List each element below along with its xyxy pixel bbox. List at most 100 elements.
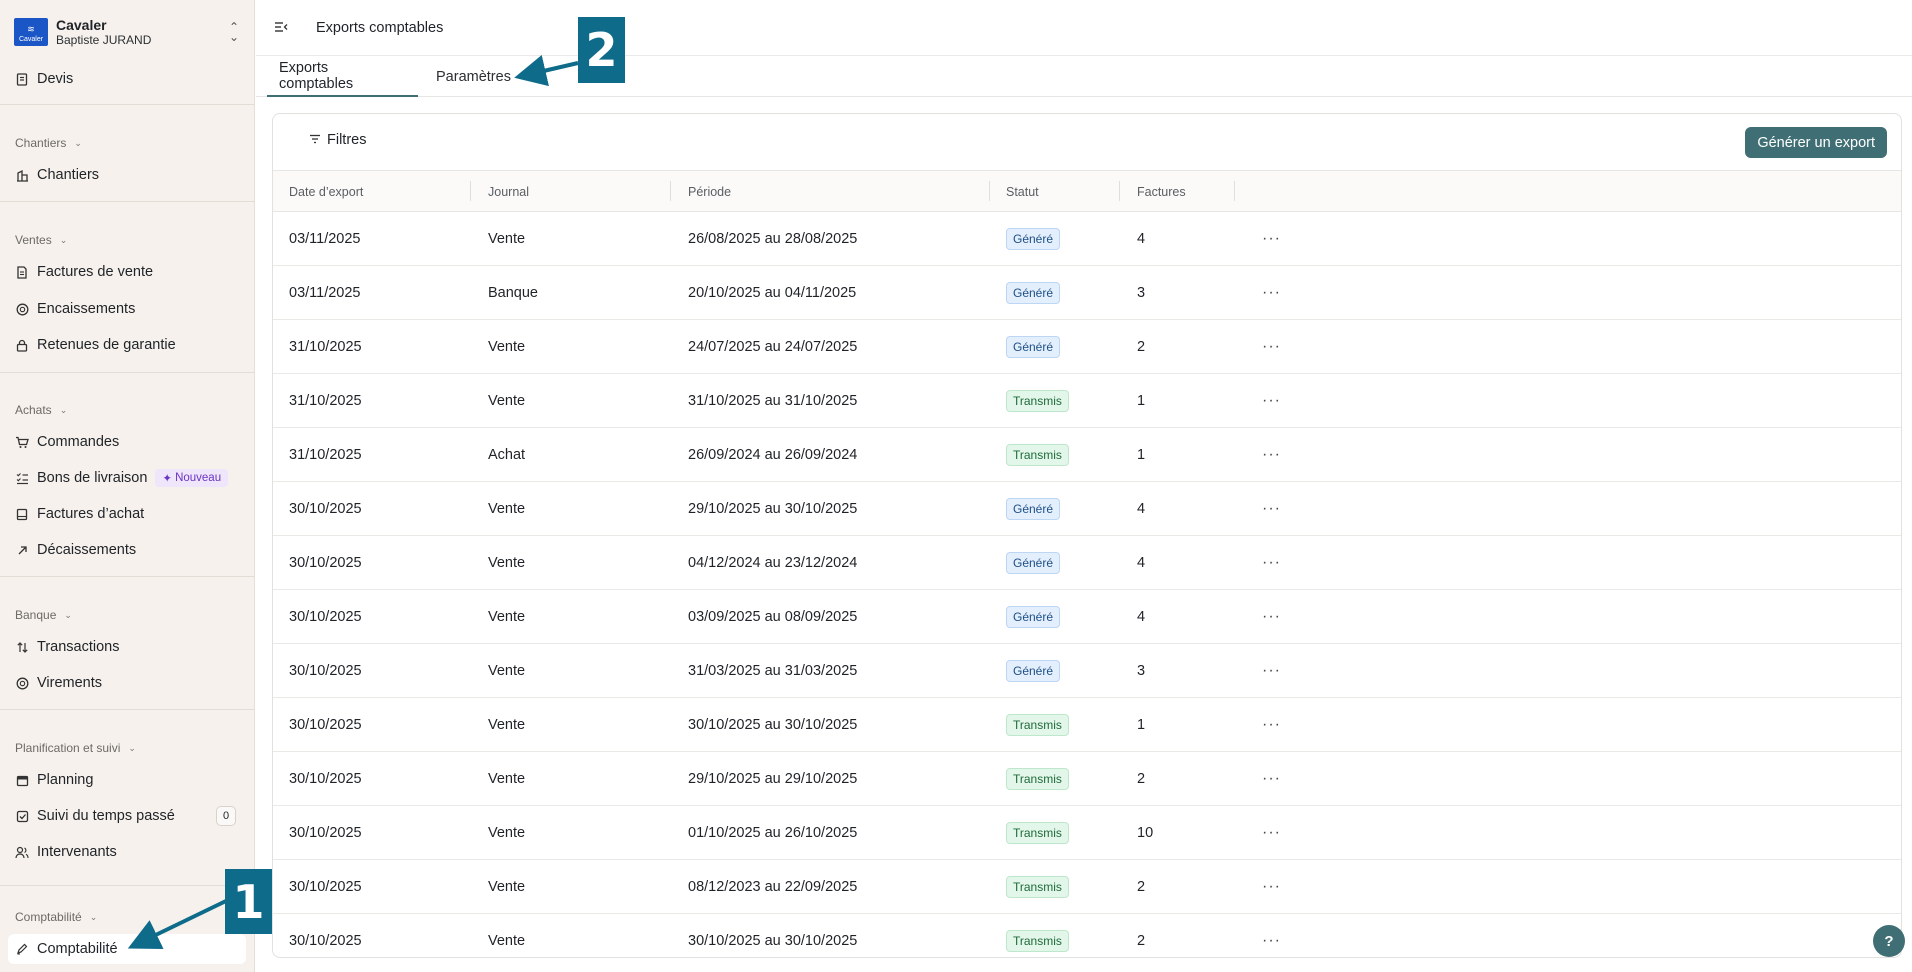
export-date-cell: 30/10/2025 bbox=[289, 644, 362, 698]
sidebar-item-decaissements[interactable]: Décaissements bbox=[8, 535, 246, 565]
sidebar-item-virements[interactable]: Virements bbox=[8, 668, 246, 698]
export-date: 03/11/2025 bbox=[289, 285, 361, 301]
sidebar-item-bons-de-livraison[interactable]: Bons de livraison ✦ Nouveau bbox=[8, 463, 246, 493]
table-row[interactable]: 03/11/2025 Banque 20/10/2025 au 04/11/2025… bbox=[273, 266, 1901, 320]
section-achats[interactable]: Achats ⌄ bbox=[15, 403, 67, 417]
table-row[interactable]: 30/10/2025 Vente 29/10/2025 au 29/10/2025 T… bbox=[273, 752, 1901, 806]
journal: Achat bbox=[488, 447, 526, 463]
status-badge-cell: Transmis bbox=[1006, 752, 1069, 806]
column-statut[interactable]: Statut bbox=[1006, 171, 1039, 212]
period: 20/10/2025 au 04/11/2025 bbox=[688, 285, 857, 301]
row-actions-button[interactable]: ··· bbox=[1262, 374, 1281, 428]
sidebar-item-chantiers[interactable]: Chantiers bbox=[8, 160, 246, 190]
row-actions-button[interactable]: ··· bbox=[1262, 266, 1281, 320]
generate-export-button[interactable]: Générer un export bbox=[1745, 127, 1887, 158]
period: 29/10/2025 au 29/10/2025 bbox=[688, 771, 858, 787]
sidebar-item-planning[interactable]: Planning bbox=[8, 765, 246, 795]
invoice-icon bbox=[15, 265, 29, 279]
export-date-cell: 30/10/2025 bbox=[289, 806, 362, 860]
table-row[interactable]: 31/10/2025 Achat 26/09/2024 au 26/09/2024 T… bbox=[273, 428, 1901, 482]
table-row[interactable]: 30/10/2025 Vente 01/10/2025 au 26/10/2025 T… bbox=[273, 806, 1901, 860]
calendar-icon bbox=[15, 773, 29, 787]
table-row[interactable]: 30/10/2025 Vente 30/10/2025 au 30/10/2025 T… bbox=[273, 914, 1901, 957]
period-cell: 29/10/2025 au 30/10/2025 bbox=[688, 482, 857, 536]
coin-icon bbox=[15, 676, 29, 690]
period: 26/09/2024 au 26/09/2024 bbox=[688, 447, 858, 463]
invoice-count: 1 bbox=[1137, 447, 1146, 463]
period: 01/10/2025 au 26/10/2025 bbox=[688, 825, 858, 841]
journal: Vente bbox=[488, 771, 526, 787]
table-row[interactable]: 30/10/2025 Vente 29/10/2025 au 30/10/2025 G… bbox=[273, 482, 1901, 536]
filters-button[interactable]: Filtres bbox=[309, 132, 366, 148]
section-planification[interactable]: Planification et suivi ⌄ bbox=[15, 741, 136, 755]
sidebar-item-commandes[interactable]: Commandes bbox=[8, 427, 246, 457]
period-cell: 03/09/2025 au 08/09/2025 bbox=[688, 590, 857, 644]
pen-icon bbox=[15, 942, 29, 956]
row-actions-button[interactable]: ··· bbox=[1262, 428, 1281, 482]
row-actions-button[interactable]: ··· bbox=[1262, 644, 1281, 698]
row-actions-button[interactable]: ··· bbox=[1262, 698, 1281, 752]
status-badge: Transmis bbox=[1006, 930, 1069, 952]
topbar: Exports comptables bbox=[256, 0, 1912, 56]
table-row[interactable]: 30/10/2025 Vente 08/12/2023 au 22/09/2025 T… bbox=[273, 860, 1901, 914]
row-actions-button[interactable]: ··· bbox=[1262, 860, 1281, 914]
sidebar-item-comptabilite[interactable]: Comptabilité bbox=[8, 934, 246, 964]
period: 29/10/2025 au 30/10/2025 bbox=[688, 501, 858, 517]
table-row[interactable]: 30/10/2025 Vente 31/03/2025 au 31/03/2025 G… bbox=[273, 644, 1901, 698]
help-button[interactable]: ? bbox=[1873, 925, 1905, 957]
receipt-icon bbox=[15, 507, 29, 521]
sidebar-item-devis[interactable]: Devis bbox=[8, 64, 246, 94]
sidebar-item-intervenants[interactable]: Intervenants bbox=[8, 837, 246, 867]
row-actions-button[interactable]: ··· bbox=[1262, 212, 1281, 266]
export-date: 30/10/2025 bbox=[289, 825, 362, 841]
section-chantiers[interactable]: Chantiers ⌄ bbox=[15, 136, 82, 150]
table-row[interactable]: 03/11/2025 Vente 26/08/2025 au 28/08/2025 G… bbox=[273, 212, 1901, 266]
section-ventes[interactable]: Ventes ⌄ bbox=[15, 233, 67, 247]
export-date-cell: 30/10/2025 bbox=[289, 860, 362, 914]
sidebar-item-transactions[interactable]: Transactions bbox=[8, 632, 246, 662]
table-row[interactable]: 31/10/2025 Vente 24/07/2025 au 24/07/2025 G… bbox=[273, 320, 1901, 374]
row-actions-button[interactable]: ··· bbox=[1262, 590, 1281, 644]
table-row[interactable]: 31/10/2025 Vente 31/10/2025 au 31/10/2025 T… bbox=[273, 374, 1901, 428]
invoice-count-cell: 2 bbox=[1137, 752, 1145, 806]
sidebar-item-retenues-de-garantie[interactable]: Retenues de garantie bbox=[8, 330, 246, 360]
sidebar-item-encaissements[interactable]: Encaissements bbox=[8, 294, 246, 324]
column-date-export[interactable]: Date d’export bbox=[289, 171, 363, 212]
row-actions-button[interactable]: ··· bbox=[1262, 806, 1281, 860]
row-actions-button[interactable]: ··· bbox=[1262, 752, 1281, 806]
export-date-cell: 30/10/2025 bbox=[289, 752, 362, 806]
row-actions-button[interactable]: ··· bbox=[1262, 536, 1281, 590]
column-journal[interactable]: Journal bbox=[488, 171, 529, 212]
export-date-cell: 31/10/2025 bbox=[289, 320, 362, 374]
section-comptabilite[interactable]: Comptabilité ⌄ bbox=[15, 910, 97, 924]
table-row[interactable]: 30/10/2025 Vente 04/12/2024 au 23/12/2024 G… bbox=[273, 536, 1901, 590]
journal-cell: Vente bbox=[488, 698, 525, 752]
table-row[interactable]: 30/10/2025 Vente 03/09/2025 au 08/09/2025 G… bbox=[273, 590, 1901, 644]
coin-icon bbox=[15, 302, 29, 316]
divider bbox=[0, 201, 255, 202]
sidebar-item-suivi-du-temps[interactable]: Suivi du temps passé 0 bbox=[8, 801, 246, 831]
column-periode[interactable]: Période bbox=[688, 171, 731, 212]
period: 30/10/2025 au 30/10/2025 bbox=[688, 717, 858, 733]
section-banque[interactable]: Banque ⌄ bbox=[15, 608, 72, 622]
row-actions-button[interactable]: ··· bbox=[1262, 482, 1281, 536]
journal-cell: Vente bbox=[488, 860, 525, 914]
sidebar-item-factures-de-vente[interactable]: Factures de vente bbox=[8, 257, 246, 287]
status-badge-cell: Transmis bbox=[1006, 698, 1069, 752]
org-switcher[interactable]: ≋ Cavaler Cavaler Baptiste JURAND ⌃ ⌄ bbox=[14, 14, 242, 50]
journal-cell: Vente bbox=[488, 320, 525, 374]
status-badge: Généré bbox=[1006, 228, 1061, 250]
document-icon bbox=[15, 72, 29, 86]
org-name: Cavaler bbox=[56, 16, 107, 33]
column-factures[interactable]: Factures bbox=[1137, 171, 1186, 212]
invoice-count: 2 bbox=[1137, 933, 1146, 949]
journal: Vente bbox=[488, 663, 526, 679]
table-row[interactable]: 30/10/2025 Vente 30/10/2025 au 30/10/2025 T… bbox=[273, 698, 1901, 752]
row-actions-button[interactable]: ··· bbox=[1262, 320, 1281, 374]
sidebar-item-factures-achat[interactable]: Factures d’achat bbox=[8, 499, 246, 529]
tab-parametres[interactable]: Paramètres bbox=[424, 56, 523, 97]
row-actions-button[interactable]: ··· bbox=[1262, 914, 1281, 957]
tab-exports-comptables[interactable]: Exports comptables bbox=[267, 56, 418, 97]
export-date-cell: 30/10/2025 bbox=[289, 482, 362, 536]
sidebar-toggle-icon[interactable] bbox=[274, 20, 290, 36]
